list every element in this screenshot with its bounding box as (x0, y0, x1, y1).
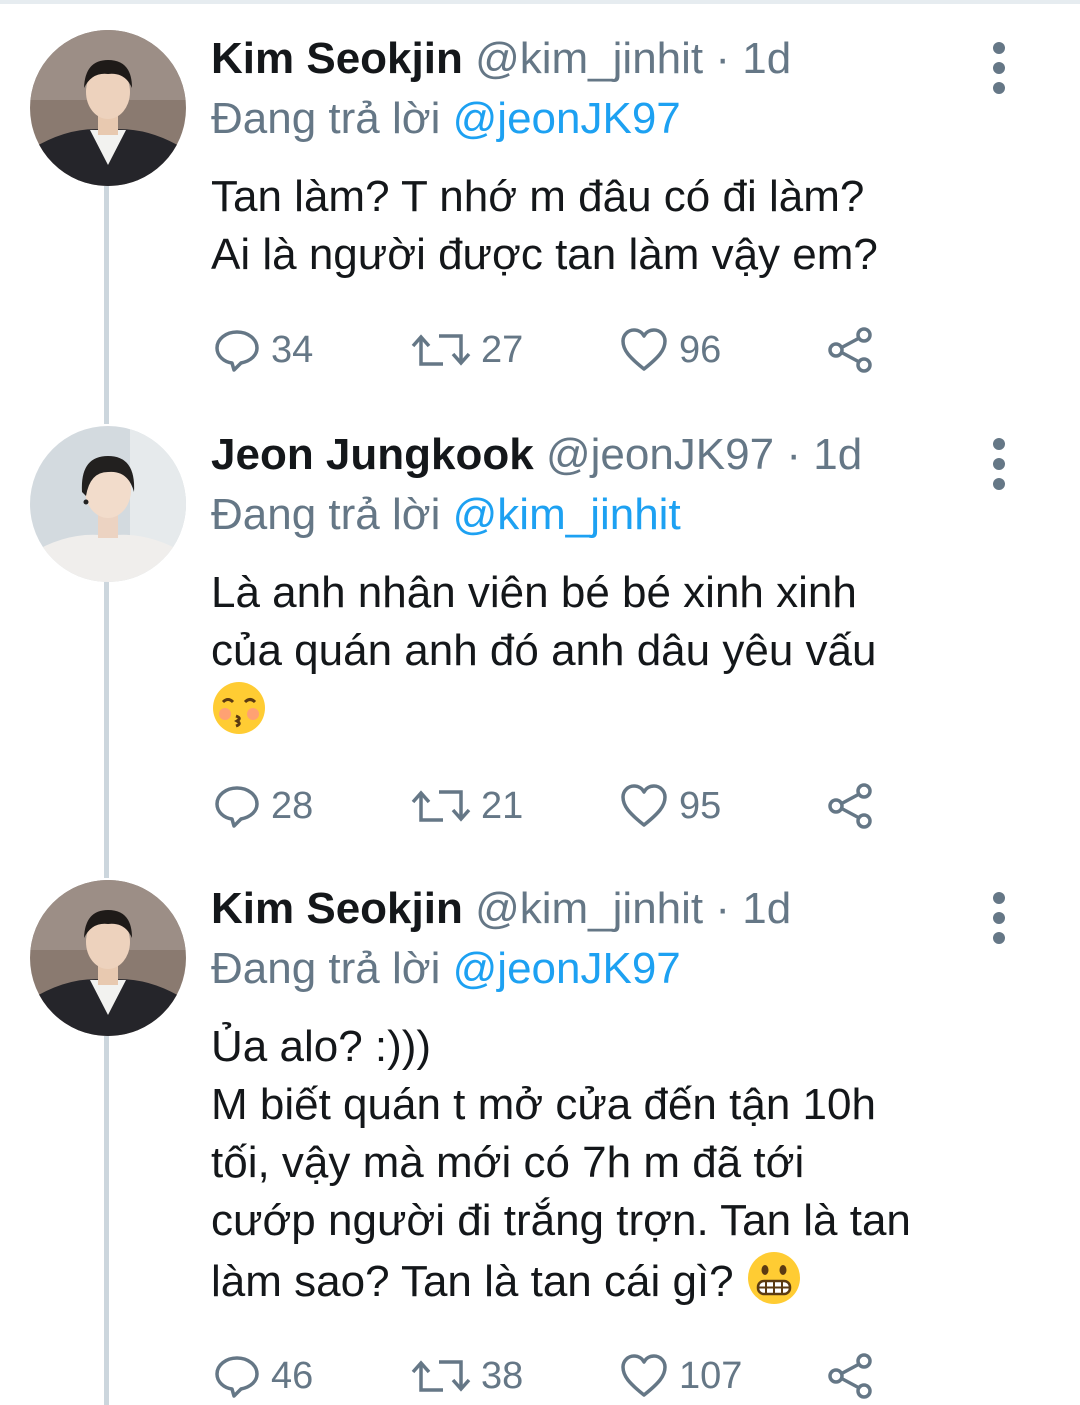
retweet-count: 21 (481, 784, 524, 827)
reply-icon (215, 1356, 259, 1398)
reply-count: 28 (271, 784, 314, 827)
like-button[interactable]: 107 (619, 1348, 742, 1404)
reply-mention-link[interactable]: @jeonJK97 (453, 94, 681, 143)
retweet-icon (411, 790, 471, 822)
timestamp[interactable]: 1d (813, 430, 862, 479)
thread-connector (104, 186, 109, 424)
user-handle[interactable]: @jeonJK97 (546, 430, 774, 479)
share-icon (828, 327, 872, 373)
thread-connector (104, 1036, 109, 1405)
tweet-text: Là anh nhân viên bé bé xinh xinh của quá… (211, 564, 1011, 741)
tweet-header: Kim Seokjin @kim_jinhit · 1d (211, 30, 1011, 88)
user-handle[interactable]: @kim_jinhit (475, 34, 703, 83)
tweet-actions: 28 21 95 (213, 778, 893, 834)
grimacing-face-emoji (747, 1252, 800, 1304)
retweet-button[interactable]: 27 (411, 322, 523, 378)
reply-mention-link[interactable]: @kim_jinhit (453, 490, 681, 539)
tweet-text-line: M biết quán t mở cửa đến tận 10h (211, 1080, 876, 1129)
tweet-actions: 34 27 96 (213, 322, 893, 378)
reply-icon (215, 786, 259, 828)
like-count: 96 (679, 328, 722, 371)
display-name[interactable]: Kim Seokjin (211, 34, 463, 83)
tweet-text-line: của quán anh đó anh dâu yêu vấu (211, 626, 877, 675)
retweet-icon (411, 334, 471, 366)
tweet-actions: 46 38 107 (213, 1348, 893, 1404)
separator-dot: · (715, 884, 731, 933)
like-button[interactable]: 96 (619, 322, 721, 378)
timestamp[interactable]: 1d (742, 34, 791, 83)
tweet-text-line: cướp người đi trắng trợn. Tan là tan (211, 1196, 911, 1245)
replying-to-label: Đang trả lời (211, 944, 441, 993)
avatar[interactable] (30, 426, 186, 582)
heart-icon (621, 1354, 667, 1397)
reply-icon (215, 330, 259, 372)
share-icon (828, 783, 872, 829)
reply-button[interactable]: 34 (213, 322, 313, 378)
retweet-count: 38 (481, 1354, 524, 1397)
replying-to: Đang trả lời @jeonJK97 (211, 88, 1011, 150)
tweet-text-segment: làm sao? Tan là tan cái gì? (211, 1257, 734, 1306)
kissing-face-emoji (213, 682, 265, 734)
share-button[interactable] (825, 1348, 875, 1404)
display-name[interactable]: Kim Seokjin (211, 884, 463, 933)
share-icon (828, 1353, 872, 1399)
tweet-text: Tan làm? T nhớ m đâu có đi làm? Ai là ng… (211, 168, 1011, 284)
like-count: 95 (679, 784, 722, 827)
thread-connector (104, 582, 109, 878)
retweet-icon (411, 1360, 471, 1392)
reply-button[interactable]: 28 (213, 778, 313, 834)
separator-dot: · (715, 34, 731, 83)
tweet-header: Jeon Jungkook @jeonJK97 · 1d (211, 426, 1011, 484)
reply-count: 34 (271, 328, 314, 371)
tweet-text-line: tối, vậy mà mới có 7h m đã tới (211, 1138, 805, 1187)
more-options-icon[interactable] (985, 436, 1013, 496)
more-options-icon[interactable] (985, 40, 1013, 100)
replying-to: Đang trả lời @jeonJK97 (211, 938, 1011, 1000)
top-divider (0, 0, 1080, 4)
reply-mention-link[interactable]: @jeonJK97 (453, 944, 681, 993)
timestamp[interactable]: 1d (742, 884, 791, 933)
tweet-text-line (211, 680, 1011, 741)
avatar[interactable] (30, 30, 186, 186)
share-button[interactable] (825, 778, 875, 834)
replying-to-label: Đang trả lời (211, 94, 441, 143)
separator-dot: · (786, 430, 801, 479)
tweet-header: Kim Seokjin @kim_jinhit · 1d (211, 880, 1011, 938)
more-options-icon[interactable] (985, 890, 1013, 950)
tweet-text-line: Ai là người được tan làm vậy em? (211, 230, 878, 279)
tweet-text: Ủa alo? :))) M biết quán t mở cửa đến tậ… (211, 1018, 1011, 1311)
heart-icon (621, 784, 667, 827)
replying-to-label: Đang trả lời (211, 490, 441, 539)
tweet-text-line: Ủa alo? :))) (211, 1022, 432, 1071)
like-button[interactable]: 95 (619, 778, 721, 834)
tweet-text-line: Là anh nhân viên bé bé xinh xinh (211, 568, 857, 617)
retweet-button[interactable]: 21 (411, 778, 523, 834)
display-name[interactable]: Jeon Jungkook (211, 430, 534, 479)
retweet-button[interactable]: 38 (411, 1348, 523, 1404)
replying-to: Đang trả lời @kim_jinhit (211, 484, 1011, 546)
heart-icon (621, 328, 667, 371)
tweet-text-line: làm sao? Tan là tan cái gì? (211, 1250, 1011, 1311)
like-count: 107 (679, 1354, 743, 1397)
retweet-count: 27 (481, 328, 524, 371)
tweet-text-line: Tan làm? T nhớ m đâu có đi làm? (211, 172, 865, 221)
user-handle[interactable]: @kim_jinhit (475, 884, 703, 933)
reply-button[interactable]: 46 (213, 1348, 313, 1404)
avatar[interactable] (30, 880, 186, 1036)
reply-count: 46 (271, 1354, 314, 1397)
share-button[interactable] (825, 322, 875, 378)
